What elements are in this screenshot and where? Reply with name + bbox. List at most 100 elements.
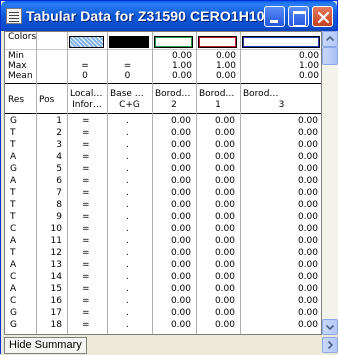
column-header-sub: 3 — [278, 100, 285, 110]
summary-value: 1.00 — [171, 61, 192, 71]
table-cell: = — [82, 248, 90, 258]
summary-value: 1.00 — [298, 61, 319, 71]
table-cell: 0.00 — [170, 248, 191, 258]
table-cell: 0.00 — [214, 248, 235, 258]
scroll-down-button[interactable] — [322, 319, 338, 335]
table-cell: 12 — [50, 248, 62, 258]
color-swatch[interactable] — [109, 36, 149, 48]
table-cell: 2 — [56, 128, 62, 138]
table-cell: 15 — [50, 284, 62, 294]
maximize-button[interactable] — [288, 6, 309, 27]
table-cell: = — [82, 140, 90, 150]
summary-value: 0.00 — [298, 71, 319, 81]
table-cell: = — [82, 308, 90, 318]
column-separator — [240, 32, 241, 334]
table-cell: . — [126, 164, 129, 174]
summary-value: 1.00 — [215, 61, 236, 71]
table-cell: . — [126, 200, 129, 210]
table-cell: 0.00 — [170, 140, 191, 150]
table-cell: = — [82, 212, 90, 222]
table-cell: . — [126, 116, 129, 126]
table-cell: 0.00 — [297, 176, 318, 186]
table-cell: . — [126, 296, 129, 306]
table-cell: 0.00 — [297, 284, 318, 294]
table-cell: . — [126, 188, 129, 198]
table-cell: 0.00 — [297, 320, 318, 330]
table-cell: = — [82, 272, 90, 282]
table-cell: C — [10, 296, 17, 306]
scroll-up-button[interactable] — [322, 31, 338, 47]
table-cell: 0.00 — [214, 224, 235, 234]
vertical-scrollbar[interactable] — [322, 31, 338, 335]
table-cell: 17 — [50, 308, 62, 318]
table-cell: 0.00 — [214, 140, 235, 150]
bottom-bar: Hide Summary — [1, 335, 338, 355]
color-swatch[interactable] — [242, 36, 320, 48]
table-cell: 0.00 — [297, 296, 318, 306]
table-cell: 0.00 — [170, 236, 191, 246]
table-cell: C — [10, 272, 17, 282]
tabular-data-window: Tabular Data for Z31590 CERO1H10 Colors M… — [0, 0, 338, 355]
summary-value: 0.00 — [298, 51, 319, 61]
table-cell: 6 — [56, 176, 62, 186]
table-cell: . — [126, 236, 129, 246]
summary-value: 0 — [124, 71, 131, 81]
summary-value: = — [81, 61, 89, 71]
table-cell: A — [10, 176, 17, 186]
table-cell: 0.00 — [297, 236, 318, 246]
column-header[interactable]: Borod… — [155, 89, 194, 99]
color-swatch[interactable] — [154, 36, 193, 48]
table-cell: 0.00 — [297, 224, 318, 234]
scroll-right-button[interactable] — [322, 337, 338, 353]
table-cell: 0.00 — [170, 152, 191, 162]
close-button[interactable] — [312, 6, 333, 27]
table-cell: . — [126, 272, 129, 282]
scroll-thumb[interactable] — [322, 47, 338, 65]
table-cell: A — [10, 236, 17, 246]
table-cell: 0.00 — [214, 200, 235, 210]
column-header[interactable]: Res — [8, 95, 34, 105]
column-header-sub: 2 — [171, 100, 177, 110]
summary-bottom-divider — [5, 83, 321, 84]
color-swatch[interactable] — [198, 36, 237, 48]
table-cell: T — [10, 200, 16, 210]
title-bar[interactable]: Tabular Data for Z31590 CERO1H10 — [1, 1, 337, 31]
summary-row-label: Max — [8, 61, 27, 71]
color-swatch[interactable] — [69, 36, 104, 48]
summary-row-label: Mean — [8, 71, 33, 81]
table-cell: 0.00 — [170, 320, 191, 330]
table-cell: 0.00 — [297, 140, 318, 150]
summary-divider — [5, 49, 321, 50]
table-cell: 0.00 — [214, 188, 235, 198]
table-cell: 0.00 — [214, 152, 235, 162]
column-header[interactable]: Borod… — [243, 89, 321, 99]
table-cell: 0.00 — [214, 308, 235, 318]
column-header[interactable]: Base … — [110, 89, 150, 99]
hide-summary-button[interactable]: Hide Summary — [4, 337, 87, 354]
table-cell: . — [126, 320, 129, 330]
column-header[interactable]: Pos — [39, 95, 65, 105]
table-cell: 8 — [56, 200, 62, 210]
table-cell: 0.00 — [170, 212, 191, 222]
column-header[interactable]: Borod… — [199, 89, 238, 99]
close-icon — [317, 11, 330, 24]
table-cell: = — [82, 224, 90, 234]
table-cell: C — [10, 224, 17, 234]
table-cell: = — [82, 176, 90, 186]
column-header[interactable]: Local… — [70, 89, 105, 99]
summary-value: 0 — [82, 71, 88, 81]
table-cell: A — [10, 152, 17, 162]
arrow-right-icon — [327, 340, 334, 350]
minimize-button[interactable] — [264, 6, 285, 27]
table-cell: 0.00 — [297, 308, 318, 318]
table-cell: . — [126, 284, 129, 294]
arrow-up-icon — [325, 35, 335, 42]
column-separator — [67, 32, 68, 334]
table-cell: T — [10, 248, 16, 258]
table-cell: T — [10, 128, 16, 138]
table-cell: 14 — [50, 272, 62, 282]
document-icon — [6, 8, 22, 24]
summary-value: 0.00 — [215, 51, 236, 61]
table-cell: 1 — [56, 116, 62, 126]
table-cell: 0.00 — [170, 128, 191, 138]
